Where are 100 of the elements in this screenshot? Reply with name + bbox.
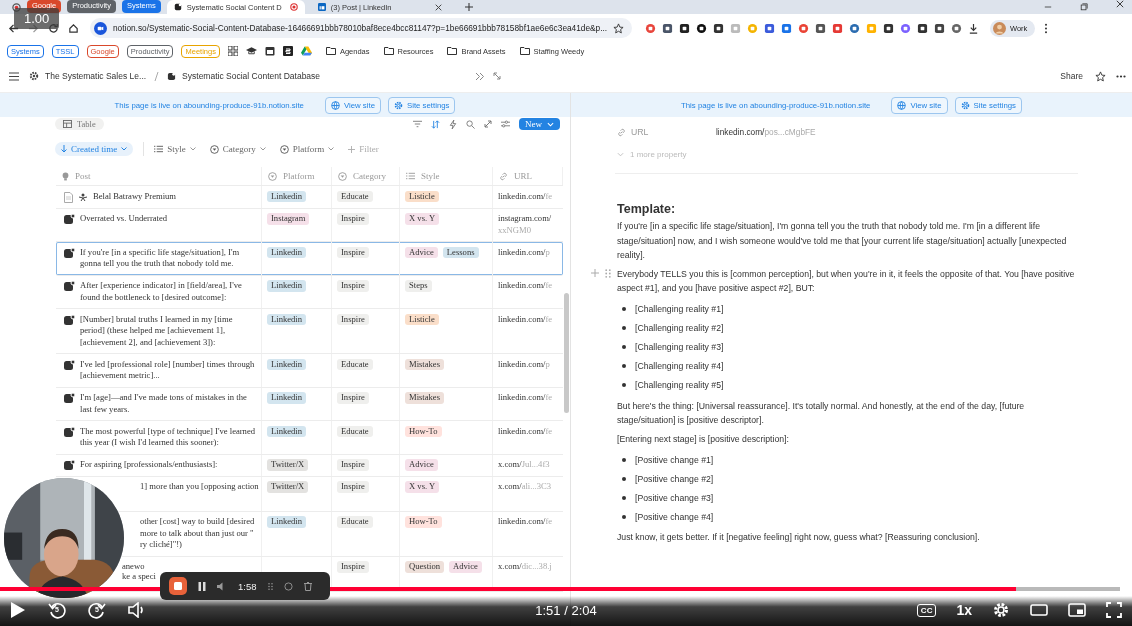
speed-badge: 1.00 <box>14 8 60 29</box>
bullet-item: [Challenging reality #4] <box>635 361 724 371</box>
drive-icon[interactable] <box>300 46 312 56</box>
bullet-item: [Challenging reality #1] <box>635 304 724 314</box>
category-tag: Inspire <box>337 392 369 404</box>
url-link[interactable]: linkedin.com/fe <box>498 516 563 528</box>
restore-icon[interactable] <box>1080 3 1088 11</box>
lightning-icon[interactable] <box>449 119 457 129</box>
settings-icon[interactable] <box>992 601 1010 619</box>
extension-icon[interactable] <box>815 22 826 34</box>
address-bar[interactable]: notion.so/Systematic-Social-Content-Database-16466691bbb78010baf8ece4bcc81147?p=1be66691bbb78158bf1ae6e6c3ea41de&p... <box>90 18 632 38</box>
filter-chip[interactable]: Style <box>154 144 196 154</box>
style-tag: How-To <box>405 425 442 437</box>
note-icon <box>64 247 75 258</box>
restart-icon[interactable] <box>283 581 293 591</box>
extension-icon[interactable] <box>713 22 724 34</box>
url-link[interactable]: linkedin.com/p <box>498 358 563 370</box>
category-tag: Inspire <box>337 459 369 471</box>
post-title: ke a speci <box>122 571 156 581</box>
trash-icon[interactable] <box>303 581 312 591</box>
breadcrumb-link[interactable]: Systematic Social Content Database <box>182 71 321 81</box>
menu-icon[interactable] <box>9 71 19 81</box>
bookmark-icon[interactable] <box>282 46 293 56</box>
url-link[interactable]: x.com/ali...3C3 <box>498 481 563 493</box>
extension-icon[interactable] <box>679 22 690 34</box>
figure-icon <box>78 191 88 202</box>
home-icon[interactable] <box>68 22 79 34</box>
collapse-panel-icon[interactable] <box>475 71 486 81</box>
url-link[interactable]: x.com/Jul...4f3 <box>498 459 563 471</box>
paragraph: [Entering next stage] is [positive description]: <box>617 432 790 446</box>
bullet-item: [Positive change #3] <box>635 492 714 503</box>
note-icon <box>64 359 75 370</box>
style-tag: Advice <box>405 459 438 471</box>
bullet-icon <box>622 383 626 387</box>
url-link[interactable]: linkedin.com/p <box>498 246 563 258</box>
filter-chip[interactable]: Category <box>209 144 266 154</box>
url-link[interactable]: linkedin.com/fe <box>498 425 563 437</box>
expand-icon[interactable] <box>493 72 502 80</box>
select-icon <box>338 171 347 181</box>
new-tab-icon[interactable] <box>464 3 473 11</box>
post-title: Belal Batrawy Premium <box>93 190 178 202</box>
bullet-item: [Challenging reality #2] <box>635 323 724 333</box>
url-link[interactable]: linkedin.com/pos...cMgbFE <box>716 127 816 137</box>
url-link[interactable]: linkedin.com/fe <box>498 280 563 292</box>
drag-handle-icon[interactable] <box>267 581 273 591</box>
new-button[interactable]: New <box>519 118 560 130</box>
breadcrumb-link[interactable]: The Systematic Sales Le... <box>45 71 147 81</box>
search-icon[interactable] <box>466 119 475 129</box>
extension-icon[interactable] <box>934 22 945 34</box>
style-tag: Lessons <box>442 246 479 258</box>
selected-row[interactable]: If you're [in a specific life stage/situation], I'm gonna tell you the truth that nobody told me. Linkedin Inspire Advice Lessons linkedin.com/p <box>56 242 563 276</box>
globe-icon <box>897 100 907 110</box>
volume-icon[interactable] <box>128 602 146 618</box>
url-link[interactable]: linkedin.com/fe <box>498 190 563 202</box>
bullet-icon <box>622 326 626 330</box>
pause-icon[interactable] <box>198 581 206 591</box>
extension-icon[interactable] <box>662 22 673 34</box>
close-icon[interactable] <box>1116 0 1124 8</box>
star-icon[interactable] <box>613 22 625 34</box>
drag-handle-icon[interactable] <box>605 268 611 278</box>
sort-icon[interactable] <box>431 119 440 129</box>
fullscreen-icon[interactable] <box>1106 602 1122 618</box>
list-icon <box>406 172 415 180</box>
expand-icon[interactable] <box>484 120 492 128</box>
url-link[interactable]: linkedin.com/fe <box>498 392 563 404</box>
platform-tag: Twitter/X <box>267 481 309 493</box>
filter-chip[interactable]: Created time <box>55 142 134 156</box>
document-icon <box>64 191 73 203</box>
plus-icon <box>348 145 356 153</box>
apps-grid-icon[interactable] <box>227 46 238 56</box>
captions-button[interactable]: CC <box>916 603 937 617</box>
filter-icon[interactable] <box>413 120 422 128</box>
menu-icon[interactable] <box>1044 22 1049 34</box>
url-link[interactable]: instagram.com/ xxNGM0 <box>498 213 563 236</box>
category-tag: Educate <box>337 190 373 202</box>
theater-mode-icon[interactable] <box>1030 604 1048 616</box>
graduation-cap-icon[interactable] <box>245 46 257 56</box>
view-tab[interactable]: Table <box>55 118 104 130</box>
stop-button[interactable] <box>169 577 187 595</box>
post-title: I've led [professional role] [number] times through [achievement metric]... <box>80 358 256 382</box>
extension-icon[interactable] <box>883 22 894 34</box>
play-icon[interactable] <box>10 601 26 619</box>
platform-tag: Linkedin <box>267 392 307 404</box>
url-link[interactable]: linkedin.com/fe <box>498 313 563 325</box>
url-link[interactable]: x.com/dic...38.j <box>498 561 563 573</box>
miniplayer-icon[interactable] <box>1068 603 1086 617</box>
extension-icon[interactable] <box>696 22 707 34</box>
download-icon[interactable] <box>968 22 979 34</box>
speed-button[interactable]: 1x <box>956 602 972 618</box>
more-icon[interactable] <box>1116 74 1126 78</box>
url-text: notion.so/Systematic-Social-Content-Database-16466691bbb78010baf8ece4bcc81147?p=1be66691bbb78158bf1ae6e6c3ea41de&p... <box>113 23 608 33</box>
bullet-icon <box>622 476 626 481</box>
calendar-icon[interactable] <box>264 46 275 56</box>
extension-icon[interactable] <box>917 22 928 34</box>
close-icon[interactable] <box>434 3 442 11</box>
star-icon[interactable] <box>1095 70 1106 82</box>
share-button[interactable]: Share <box>1060 71 1083 81</box>
record-icon <box>289 3 298 11</box>
site-info-icon <box>94 21 107 35</box>
filter-chip[interactable]: Platform <box>279 144 335 154</box>
